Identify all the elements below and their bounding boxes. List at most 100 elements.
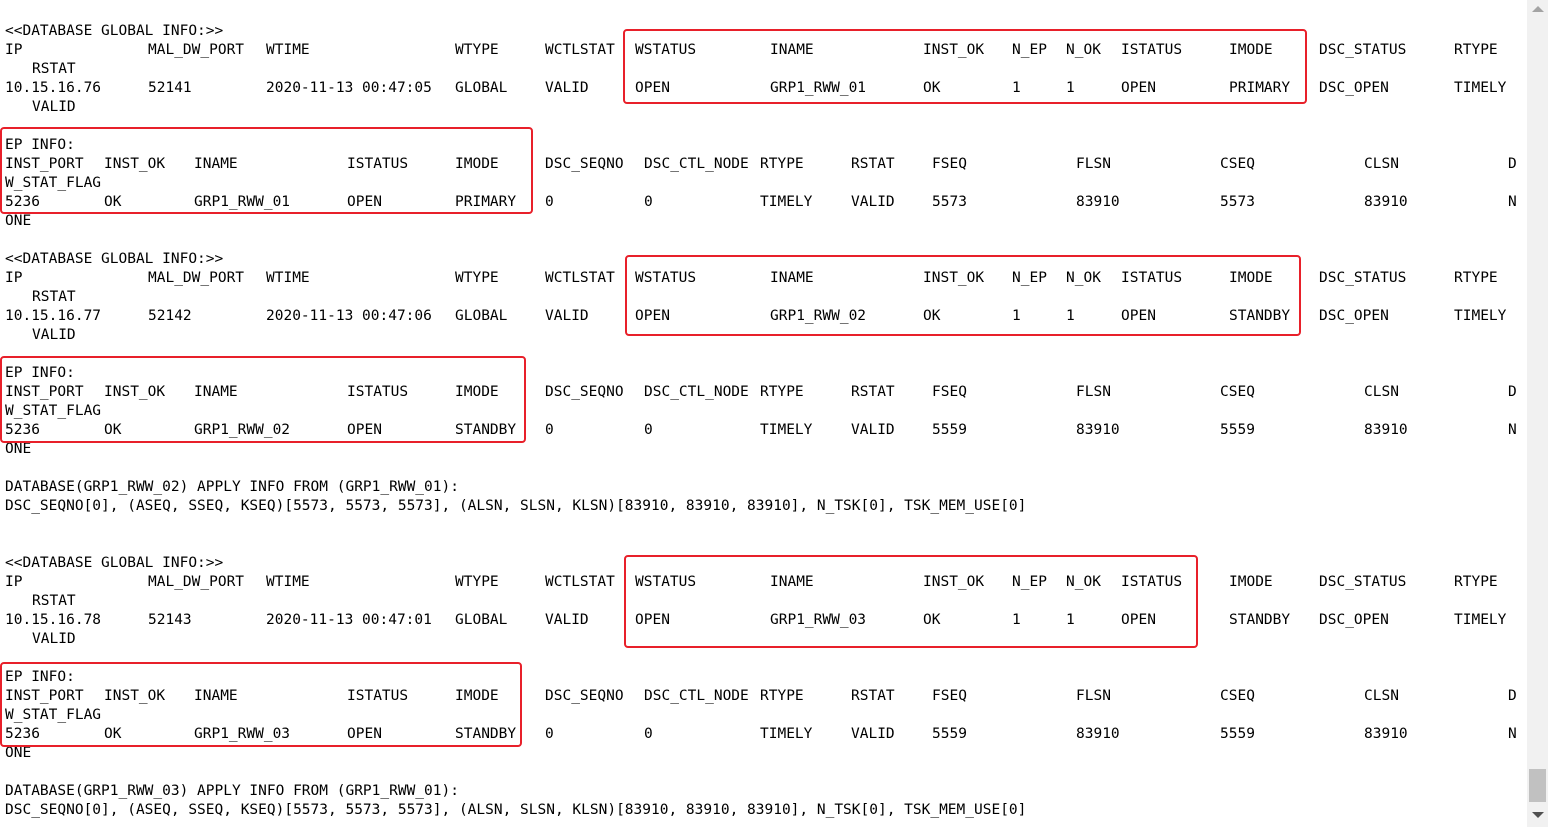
global-col-rstat: RSTAT (32, 593, 76, 609)
global-col-rstat: RSTAT (32, 61, 76, 77)
global-val-rstat: VALID (32, 327, 76, 343)
ep-col-d: D (1508, 688, 1517, 704)
global-val-rstat: VALID (32, 99, 76, 115)
global-col-wtype: WTYPE (455, 42, 499, 58)
global-col-ip: IP (5, 42, 23, 58)
global-val-wtype: GLOBAL (455, 308, 508, 324)
scroll-down-arrow-icon[interactable] (1532, 812, 1544, 818)
ep-val-rtype: TIMELY (760, 194, 813, 210)
global-col-wtype: WTYPE (455, 270, 499, 286)
global-col-wtime: WTIME (266, 574, 310, 590)
ep-col-d: D (1508, 156, 1517, 172)
ep-col-d: D (1508, 384, 1517, 400)
ep-col-rstat: RSTAT (851, 384, 895, 400)
global-val-rtype: TIMELY (1454, 308, 1507, 324)
ep-col-rtype: RTYPE (760, 688, 804, 704)
ep-val-dsc_seqno: 0 (545, 726, 554, 742)
ep-val-rtype: TIMELY (760, 726, 813, 742)
global-col-rtype: RTYPE (1454, 574, 1498, 590)
global-col-ip: IP (5, 574, 23, 590)
global-col-wctlstat: WCTLSTAT (545, 42, 615, 58)
global-val-wtime: 2020-11-13 00:47:05 (266, 80, 432, 96)
global-val-wctlstat: VALID (545, 308, 589, 324)
ep-col-clsn: CLSN (1364, 384, 1399, 400)
global-col-rtype: RTYPE (1454, 42, 1498, 58)
ep-val-cseq: 5559 (1220, 422, 1255, 438)
ep-val-dsc_ctl_node: 0 (644, 726, 653, 742)
global-val-mal_dw_port: 52141 (148, 80, 192, 96)
ep-val-flsn: 83910 (1076, 422, 1120, 438)
global-col-rtype: RTYPE (1454, 270, 1498, 286)
global-info-header: <<DATABASE GLOBAL INFO:>> (5, 555, 224, 571)
global-col-wctlstat: WCTLSTAT (545, 270, 615, 286)
apply-info-line: DATABASE(GRP1_RWW_03) APPLY INFO FROM (G… (5, 783, 459, 799)
highlight-ep-box (0, 127, 533, 214)
global-col-dsc_status: DSC_STATUS (1319, 270, 1407, 286)
ep-val-n: N (1508, 194, 1517, 210)
global-val-mal_dw_port: 52143 (148, 612, 192, 628)
ep-val-rtype: TIMELY (760, 422, 813, 438)
ep-col-clsn: CLSN (1364, 156, 1399, 172)
global-col-rstat: RSTAT (32, 289, 76, 305)
global-col-wtime: WTIME (266, 270, 310, 286)
ep-col-rtype: RTYPE (760, 156, 804, 172)
global-col-mal_dw_port: MAL_DW_PORT (148, 270, 245, 286)
ep-col-cseq: CSEQ (1220, 688, 1255, 704)
global-val-ip: 10.15.16.77 (5, 308, 102, 324)
ep-val-clsn: 83910 (1364, 194, 1408, 210)
global-val-wctlstat: VALID (545, 80, 589, 96)
global-val-imode: STANDBY (1229, 612, 1291, 628)
ep-val-flsn: 83910 (1076, 726, 1120, 742)
ep-val-rstat: VALID (851, 194, 895, 210)
ep-val-rstat: VALID (851, 726, 895, 742)
ep-val-dsc_seqno: 0 (545, 194, 554, 210)
ep-val-cseq: 5559 (1220, 726, 1255, 742)
global-col-dsc_status: DSC_STATUS (1319, 574, 1407, 590)
global-col-ip: IP (5, 270, 23, 286)
global-val-wctlstat: VALID (545, 612, 589, 628)
ep-col-fseq: FSEQ (932, 384, 967, 400)
ep-col-fseq: FSEQ (932, 688, 967, 704)
highlight-ep-box (0, 662, 522, 747)
global-col-mal_dw_port: MAL_DW_PORT (148, 42, 245, 58)
ep-col-cseq: CSEQ (1220, 156, 1255, 172)
apply-info-detail: DSC_SEQNO[0], (ASEQ, SSEQ, KSEQ)[5573, 5… (5, 498, 1027, 514)
global-col-imode: IMODE (1229, 574, 1273, 590)
scroll-up-arrow-icon[interactable] (1532, 6, 1544, 12)
ep-col-flsn: FLSN (1076, 384, 1111, 400)
ep-val-fseq: 5559 (932, 726, 967, 742)
global-info-header: <<DATABASE GLOBAL INFO:>> (5, 23, 224, 39)
highlight-global-box (625, 255, 1301, 336)
global-info-header: <<DATABASE GLOBAL INFO:>> (5, 251, 224, 267)
ep-val-dsc_seqno: 0 (545, 422, 554, 438)
global-val-wtype: GLOBAL (455, 612, 508, 628)
global-val-ip: 10.15.16.78 (5, 612, 102, 628)
ep-col-dsc_seqno: DSC_SEQNO (545, 384, 624, 400)
global-val-dsc_status: DSC_OPEN (1319, 612, 1389, 628)
ep-val-dsc_ctl_node: 0 (644, 422, 653, 438)
ep-col-dsc_ctl_node: DSC_CTL_NODE (644, 156, 749, 172)
ep-val-clsn: 83910 (1364, 422, 1408, 438)
global-col-wctlstat: WCTLSTAT (545, 574, 615, 590)
global-col-wtype: WTYPE (455, 574, 499, 590)
ep-col-dsc_ctl_node: DSC_CTL_NODE (644, 688, 749, 704)
global-val-wtype: GLOBAL (455, 80, 508, 96)
ep-col-clsn: CLSN (1364, 688, 1399, 704)
global-val-dsc_status: DSC_OPEN (1319, 308, 1389, 324)
ep-val-n: N (1508, 726, 1517, 742)
ep-val-n: N (1508, 422, 1517, 438)
vertical-scrollbar[interactable] (1527, 0, 1548, 827)
ep-col-dsc_ctl_node: DSC_CTL_NODE (644, 384, 749, 400)
ep-val-one: ONE (5, 213, 32, 229)
ep-val-fseq: 5573 (932, 194, 967, 210)
global-val-rtype: TIMELY (1454, 612, 1507, 628)
scrollbar-thumb[interactable] (1529, 769, 1546, 802)
global-col-mal_dw_port: MAL_DW_PORT (148, 574, 245, 590)
ep-col-rstat: RSTAT (851, 156, 895, 172)
ep-val-fseq: 5559 (932, 422, 967, 438)
ep-col-fseq: FSEQ (932, 156, 967, 172)
apply-info-detail: DSC_SEQNO[0], (ASEQ, SSEQ, KSEQ)[5573, 5… (5, 802, 1027, 818)
global-col-wtime: WTIME (266, 42, 310, 58)
global-val-rtype: TIMELY (1454, 80, 1507, 96)
ep-val-rstat: VALID (851, 422, 895, 438)
